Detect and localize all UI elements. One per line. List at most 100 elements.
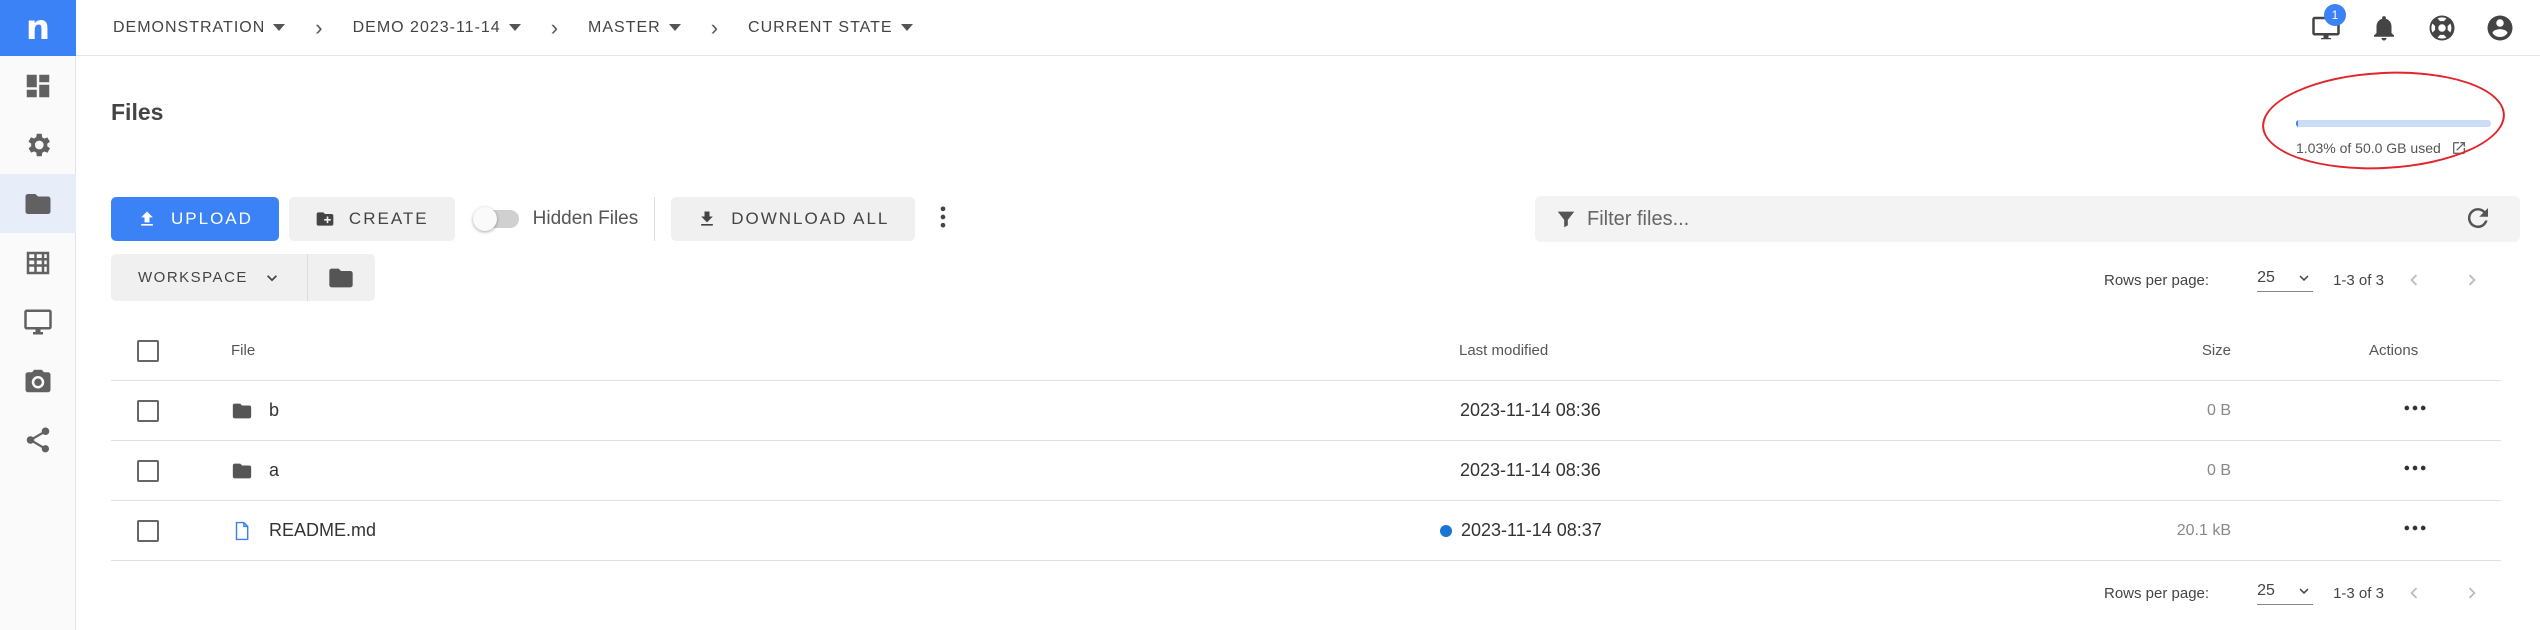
logo-text: n (25, 8, 51, 48)
modified-cell: 2023-11-14 08:37 (1440, 520, 1602, 541)
monitor-icon (24, 309, 52, 334)
hidden-files-label: Hidden Files (532, 208, 639, 229)
browse-folder-button[interactable] (306, 254, 375, 301)
camera-icon (25, 369, 51, 392)
next-page-button[interactable] (2458, 579, 2486, 607)
breadcrumb: DEMONSTRATION › DEMO 2023-11-14 › MASTER… (113, 15, 913, 41)
caret-down-icon (508, 24, 521, 31)
rows-per-page-value: 25 (2257, 581, 2275, 599)
account-button[interactable] (2482, 10, 2518, 46)
next-page-button[interactable] (2458, 266, 2486, 294)
create-button[interactable]: CREATE (288, 197, 455, 241)
row-checkbox[interactable] (137, 459, 159, 482)
download-all-button[interactable]: DOWNLOAD ALL (671, 197, 916, 241)
sidebar-item-files[interactable] (0, 174, 76, 233)
select-all-checkbox[interactable] (137, 339, 159, 362)
more-options-button[interactable] (915, 203, 957, 236)
previous-page-button[interactable] (2400, 266, 2428, 294)
folder-icon (232, 403, 252, 418)
column-header-size[interactable]: Size (2202, 342, 2231, 359)
breadcrumb-item-branch[interactable]: MASTER (588, 19, 681, 37)
column-header-actions: Actions (2369, 342, 2419, 359)
file-name-cell[interactable]: a (231, 460, 279, 482)
notifications-button[interactable] (2366, 10, 2402, 46)
sidebar-item-share[interactable] (0, 410, 76, 469)
breadcrumb-item-state[interactable]: CURRENT STATE (748, 19, 913, 37)
size-cell: 0 B (2206, 461, 2231, 479)
sidebar-item-snapshots[interactable] (0, 351, 76, 410)
chevron-right-icon: › (710, 14, 719, 40)
column-header-file[interactable]: File (231, 342, 255, 359)
sidebar-item-settings[interactable] (0, 115, 76, 174)
download-icon (701, 211, 714, 226)
chevron-down-icon (266, 274, 277, 281)
workspace-select[interactable]: WORKSPACE (111, 254, 307, 301)
more-horizontal-icon (2404, 405, 2426, 411)
file-name-cell[interactable]: README.md (231, 520, 376, 542)
chevron-left-icon (2410, 274, 2418, 286)
upload-label: UPLOAD (171, 209, 253, 228)
file-name-cell[interactable]: b (231, 400, 279, 422)
size-cell: 0 B (2206, 401, 2231, 419)
folder-icon (329, 268, 354, 287)
breadcrumb-label: DEMO 2023-11-14 (352, 18, 501, 36)
support-button[interactable] (2424, 10, 2460, 46)
upload-icon (141, 211, 153, 226)
create-label: CREATE (348, 209, 429, 228)
column-header-last-modified[interactable]: Last modified (1459, 342, 1548, 359)
main-content: Files 1.03% of 50.0 GB used UPLOAD CREAT… (76, 56, 2540, 630)
account-icon (2487, 15, 2513, 41)
table-row[interactable]: a 2023-11-14 08:36 0 B (111, 441, 2501, 501)
sidebar-item-dashboard[interactable] (0, 56, 76, 115)
row-checkbox[interactable] (137, 399, 159, 422)
breadcrumb-item-capsule[interactable]: DEMO 2023-11-14 (353, 19, 521, 37)
notification-badge: 1 (2324, 4, 2346, 26)
previous-page-button[interactable] (2400, 579, 2428, 607)
workspace-label: WORKSPACE (138, 269, 248, 286)
row-actions-button[interactable] (2401, 514, 2429, 547)
rows-per-page-label: Rows per page: (2104, 271, 2210, 289)
toggle-switch[interactable] (472, 207, 519, 231)
app-logo[interactable]: n (0, 0, 76, 56)
caret-down-icon (900, 24, 913, 31)
hidden-files-toggle[interactable]: Hidden Files (472, 207, 639, 231)
toolbar-divider (654, 197, 656, 241)
filter-input[interactable]: Filter files... (1535, 196, 2520, 242)
table-row[interactable]: README.md 2023-11-14 08:37 20.1 kB (111, 501, 2501, 561)
breadcrumb-label: MASTER (588, 18, 661, 36)
breadcrumb-label: DEMONSTRATION (113, 18, 266, 36)
upload-button[interactable]: UPLOAD (111, 197, 279, 241)
breadcrumb-item-project[interactable]: DEMONSTRATION (113, 18, 286, 37)
row-checkbox[interactable] (137, 519, 159, 542)
pagination-top: Rows per page: 25 1-3 of 3 (2104, 266, 2486, 294)
pagination-bottom: Rows per page: 25 1-3 of 3 (2104, 579, 2486, 607)
modified-date: 2023-11-14 08:36 (1460, 400, 1601, 420)
row-actions-button[interactable] (2401, 454, 2429, 487)
size-cell: 20.1 kB (2176, 521, 2231, 539)
sidebar-item-tables[interactable] (0, 233, 76, 292)
more-horizontal-icon (2404, 525, 2426, 531)
filter-icon (1557, 211, 1575, 228)
sessions-button[interactable]: 1 (2308, 4, 2346, 46)
refresh-button[interactable] (2463, 203, 2493, 238)
chevron-right-icon: › (550, 14, 559, 40)
rows-per-page-select[interactable]: 25 (2257, 581, 2314, 605)
support-icon (2429, 15, 2455, 41)
chevron-down-icon (2299, 274, 2309, 281)
rows-per-page-select[interactable]: 25 (2257, 269, 2314, 292)
pagination-range: 1-3 of 3 (2333, 584, 2384, 602)
chevron-right-icon (2468, 587, 2476, 599)
modified-cell: 2023-11-14 08:36 (1460, 400, 1601, 421)
caret-down-icon (273, 24, 286, 31)
sidebar-item-apps[interactable] (0, 292, 76, 351)
modified-date: 2023-11-14 08:36 (1460, 460, 1601, 480)
modified-cell: 2023-11-14 08:36 (1460, 460, 1601, 481)
caret-down-icon (668, 24, 681, 31)
top-bar: DEMONSTRATION › DEMO 2023-11-14 › MASTER… (76, 0, 2540, 56)
table-row[interactable]: b 2023-11-14 08:36 0 B (111, 381, 2501, 441)
filter-placeholder: Filter files... (1587, 207, 1690, 230)
row-actions-button[interactable] (2401, 394, 2429, 427)
share-icon (26, 427, 50, 452)
rows-per-page-label: Rows per page: (2104, 584, 2210, 602)
folder-icon (25, 193, 51, 214)
